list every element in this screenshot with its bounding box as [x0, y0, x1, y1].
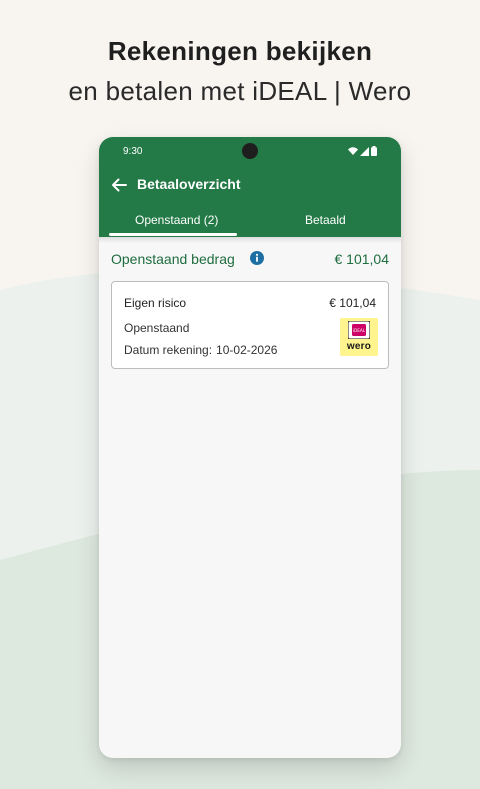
- ideal-wero-logo[interactable]: iDEAL wero: [340, 318, 378, 356]
- invoice-amount: € 101,04: [329, 296, 376, 310]
- app-bar-shadow: [99, 237, 401, 243]
- invoice-title: Eigen risico: [124, 296, 187, 310]
- ideal-logo-icon: iDEAL: [348, 321, 370, 339]
- outstanding-amount-value: € 101,04: [334, 251, 390, 267]
- app-bar: 9:30 Betaaloverzicht Openstaand (2) Beta…: [99, 137, 401, 237]
- invoice-date-value: 10-02-2026: [216, 343, 278, 357]
- invoice-date: Datum rekening: 10-02-2026: [124, 343, 277, 357]
- info-icon[interactable]: [250, 251, 264, 265]
- ideal-badge-text: iDEAL: [353, 328, 366, 333]
- promo-headline: Rekeningen bekijken: [107, 36, 373, 66]
- invoice-date-label: Datum rekening:: [124, 343, 213, 357]
- phone-screen: 9:30 Betaaloverzicht Openstaand (2) Beta…: [99, 137, 401, 758]
- status-time: 9:30: [123, 146, 143, 157]
- signal-icon: [360, 146, 369, 156]
- page-title: Betaaloverzicht: [137, 176, 241, 192]
- invoice-status: Openstaand: [124, 321, 190, 335]
- tab-openstaand[interactable]: Openstaand (2): [135, 213, 218, 227]
- camera-cutout: [242, 143, 258, 159]
- invoice-card[interactable]: Eigen risico € 101,04 Openstaand Datum r…: [111, 281, 389, 369]
- outstanding-amount-label: Openstaand bedrag: [111, 251, 235, 267]
- status-icons: [348, 146, 377, 156]
- wifi-icon: [348, 147, 358, 155]
- active-tab-indicator: [109, 233, 237, 236]
- tab-betaald[interactable]: Betaald: [305, 213, 346, 227]
- battery-icon: [371, 146, 377, 156]
- promo-subheadline: en betalen met iDEAL | Wero: [68, 76, 412, 106]
- back-arrow-icon[interactable]: [109, 175, 129, 195]
- wero-logo-text: wero: [346, 341, 372, 352]
